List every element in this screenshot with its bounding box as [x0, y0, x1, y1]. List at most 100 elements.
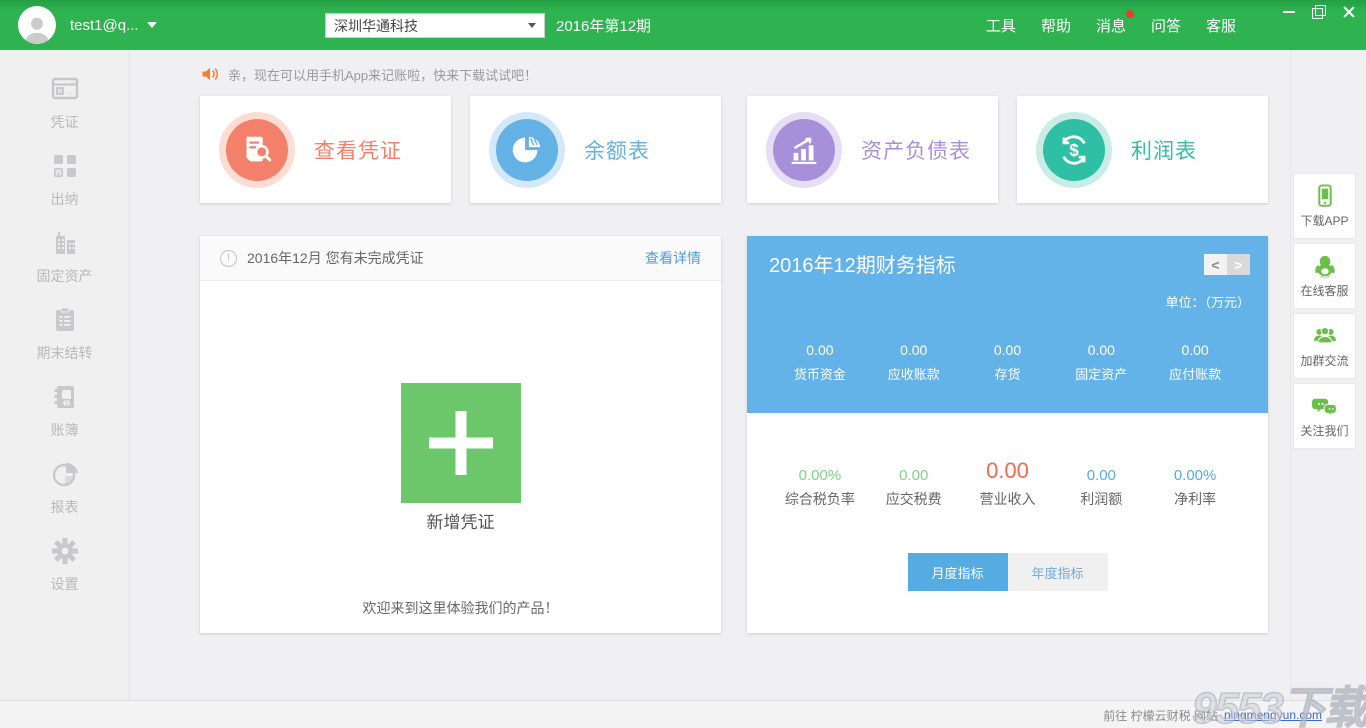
settings-icon [49, 535, 81, 567]
card-profit-table[interactable]: $ 利润表 [1017, 96, 1268, 203]
online-service-button[interactable]: 在线客服 [1293, 243, 1356, 309]
card-balance-table[interactable]: 余额表 [470, 96, 721, 203]
topbar: test1@q... 深圳华通科技 2016年第12期 工具 帮助 消息 问答 … [0, 0, 1366, 50]
balance-sheet-icon [773, 119, 835, 181]
speaker-icon [200, 64, 220, 84]
voucher-panel-title: 2016年12月 您有未完成凭证 [247, 248, 635, 268]
user-menu[interactable]: test1@q... [70, 0, 157, 50]
voucher-icon: $ ... ... [49, 73, 81, 105]
indicator-tabs: 月度指标 年度指标 [908, 553, 1108, 591]
welcome-text: 欢迎来到这里体验我们的产品！ [200, 598, 721, 618]
card-label: 利润表 [1131, 135, 1197, 165]
period-label: 2016年第12期 [556, 0, 651, 50]
info-icon: ! [220, 250, 237, 267]
notification-dot [1126, 10, 1134, 18]
stat-fixed-assets: 0.00 固定资产 [1054, 342, 1148, 383]
svg-text:...: ... [69, 76, 76, 85]
next-period-button[interactable]: > [1227, 254, 1250, 275]
add-voucher-label: 新增凭证 [200, 508, 721, 533]
join-group-icon [1312, 323, 1338, 349]
finance-panel-title: 2016年12期财务指标 [769, 249, 956, 278]
footer: 前往 柠檬云财税 网站 ningmengyun.com [0, 700, 1366, 728]
sidebar-item-period-end[interactable]: 期末结转 [0, 295, 129, 372]
download-app-icon [1312, 183, 1338, 209]
menu-qa[interactable]: 问答 [1151, 15, 1181, 36]
stat-monetary-funds: 0.00 货币资金 [773, 342, 867, 383]
voucher-panel: ! 2016年12月 您有未完成凭证 查看详情 新增凭证 欢迎来到这里体验我们的… [200, 236, 721, 633]
stat-net-profit-rate: 0.00% 净利率 [1148, 458, 1242, 509]
stat-operating-revenue: 0.00 营业收入 [961, 458, 1055, 509]
online-service-icon [1312, 253, 1338, 279]
sidebar-item-fixed-assets[interactable]: 固定资产 [0, 218, 129, 295]
sidebar-item-label: 报表 [51, 497, 79, 517]
add-voucher-button[interactable] [401, 383, 521, 503]
sidebar-item-label: 出纳 [51, 189, 79, 209]
svg-text:$: $ [64, 401, 67, 407]
view-details-link[interactable]: 查看详情 [645, 248, 701, 268]
sidebar-item-ledger[interactable]: $ 账簿 [0, 372, 129, 449]
sidebar-item-cashier[interactable]: ¥ 出纳 [0, 141, 129, 218]
select-arrow-icon [528, 23, 536, 28]
company-select-value: 深圳华通科技 [334, 16, 418, 36]
username: test1@q... [70, 17, 139, 34]
stat-tax-burden-rate: 0.00% 综合税负率 [773, 458, 867, 509]
card-label: 查看凭证 [314, 135, 402, 165]
app-window: test1@q... 深圳华通科技 2016年第12期 工具 帮助 消息 问答 … [0, 0, 1366, 728]
sidebar-item-settings[interactable]: 设置 [0, 526, 129, 603]
stat-accounts-payable: 0.00 应付账款 [1148, 342, 1242, 383]
cashier-icon: ¥ [49, 150, 81, 182]
sidebar-item-label: 设置 [51, 574, 79, 594]
user-icon [20, 12, 54, 44]
card-balance-sheet[interactable]: 资产负债表 [747, 96, 998, 203]
join-group-button[interactable]: 加群交流 [1293, 313, 1356, 379]
close-button[interactable] [1340, 4, 1358, 20]
unit-label: 单位：（万元） [1165, 292, 1250, 311]
follow-us-icon [1312, 393, 1338, 419]
side-toolbar: 下载APP 在线客服 加群交流 [1293, 173, 1356, 449]
window-controls [1280, 4, 1358, 20]
sidebar-item-voucher[interactable]: $ ... ... 凭证 [0, 64, 129, 141]
finance-panel-header: 2016年12期财务指标 < > 单位：（万元） 0.00 货币资金 0.00 … [747, 236, 1268, 413]
sidebar-item-label: 账簿 [51, 420, 79, 440]
minimize-button[interactable] [1280, 4, 1298, 20]
stat-accounts-receivable: 0.00 应收账款 [867, 342, 961, 383]
tab-monthly-indicators[interactable]: 月度指标 [908, 553, 1008, 591]
restore-button[interactable] [1310, 4, 1328, 20]
notice-bar: 亲，现在可以用手机App来记账啦，快来下载试试吧！ [200, 60, 537, 88]
sidebar: $ ... ... 凭证 ¥ 出纳 [0, 50, 130, 700]
card-label: 资产负债表 [861, 135, 971, 165]
period-end-icon [49, 304, 81, 336]
svg-text:$: $ [1069, 141, 1079, 160]
menu-support[interactable]: 客服 [1206, 15, 1236, 36]
period-nav: < > [1204, 254, 1250, 275]
stat-inventory: 0.00 存货 [961, 342, 1055, 383]
balance-table-icon [496, 119, 558, 181]
company-select[interactable]: 深圳华通科技 [325, 13, 545, 38]
sidebar-item-label: 凭证 [51, 112, 79, 132]
sidebar-item-reports[interactable]: 报表 [0, 449, 129, 526]
top-menu: 工具 帮助 消息 问答 客服 [986, 0, 1236, 50]
ningmengyun-link[interactable]: ningmengyun.com [1224, 708, 1322, 722]
download-app-button[interactable]: 下载APP [1293, 173, 1356, 239]
menu-tools[interactable]: 工具 [986, 15, 1016, 36]
fixed-assets-icon [49, 227, 81, 259]
profit-table-icon: $ [1043, 119, 1105, 181]
avatar[interactable] [18, 6, 56, 44]
stat-profit: 0.00 利润额 [1054, 458, 1148, 509]
footer-text: 前往 柠檬云财税 网站 ningmengyun.com [1103, 701, 1322, 728]
finance-panel: 2016年12期财务指标 < > 单位：（万元） 0.00 货币资金 0.00 … [747, 236, 1268, 633]
voucher-panel-header: ! 2016年12月 您有未完成凭证 查看详情 [200, 236, 721, 281]
menu-help[interactable]: 帮助 [1041, 15, 1071, 36]
tab-yearly-indicators[interactable]: 年度指标 [1008, 553, 1108, 591]
prev-period-button[interactable]: < [1204, 254, 1227, 275]
ledger-icon: $ [49, 381, 81, 413]
svg-text:...: ... [67, 86, 75, 96]
blue-stats-row: 0.00 货币资金 0.00 应收账款 0.00 存货 0.00 固定资产 0.… [747, 342, 1268, 383]
menu-messages[interactable]: 消息 [1096, 15, 1126, 36]
reports-icon [49, 458, 81, 490]
card-view-voucher[interactable]: 查看凭证 [200, 96, 451, 203]
notice-text: 亲，现在可以用手机App来记账啦，快来下载试试吧！ [228, 65, 537, 84]
sidebar-item-label: 固定资产 [37, 266, 93, 286]
follow-us-button[interactable]: 关注我们 [1293, 383, 1356, 449]
white-stats-row: 0.00% 综合税负率 0.00 应交税费 0.00 营业收入 0.00 利润额… [747, 458, 1268, 509]
